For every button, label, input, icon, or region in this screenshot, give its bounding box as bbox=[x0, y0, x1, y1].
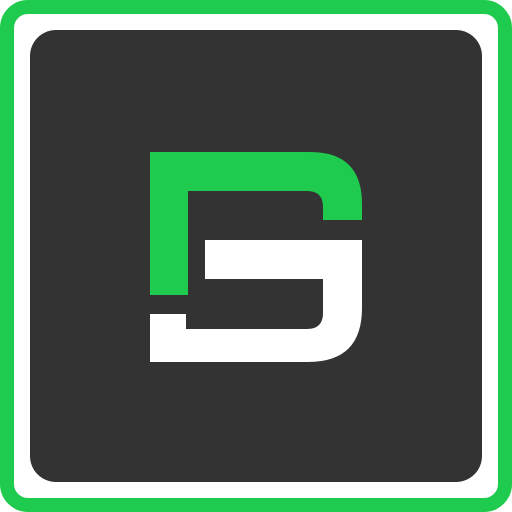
dg-monogram-logo-icon bbox=[150, 152, 362, 362]
app-icon bbox=[0, 0, 512, 512]
